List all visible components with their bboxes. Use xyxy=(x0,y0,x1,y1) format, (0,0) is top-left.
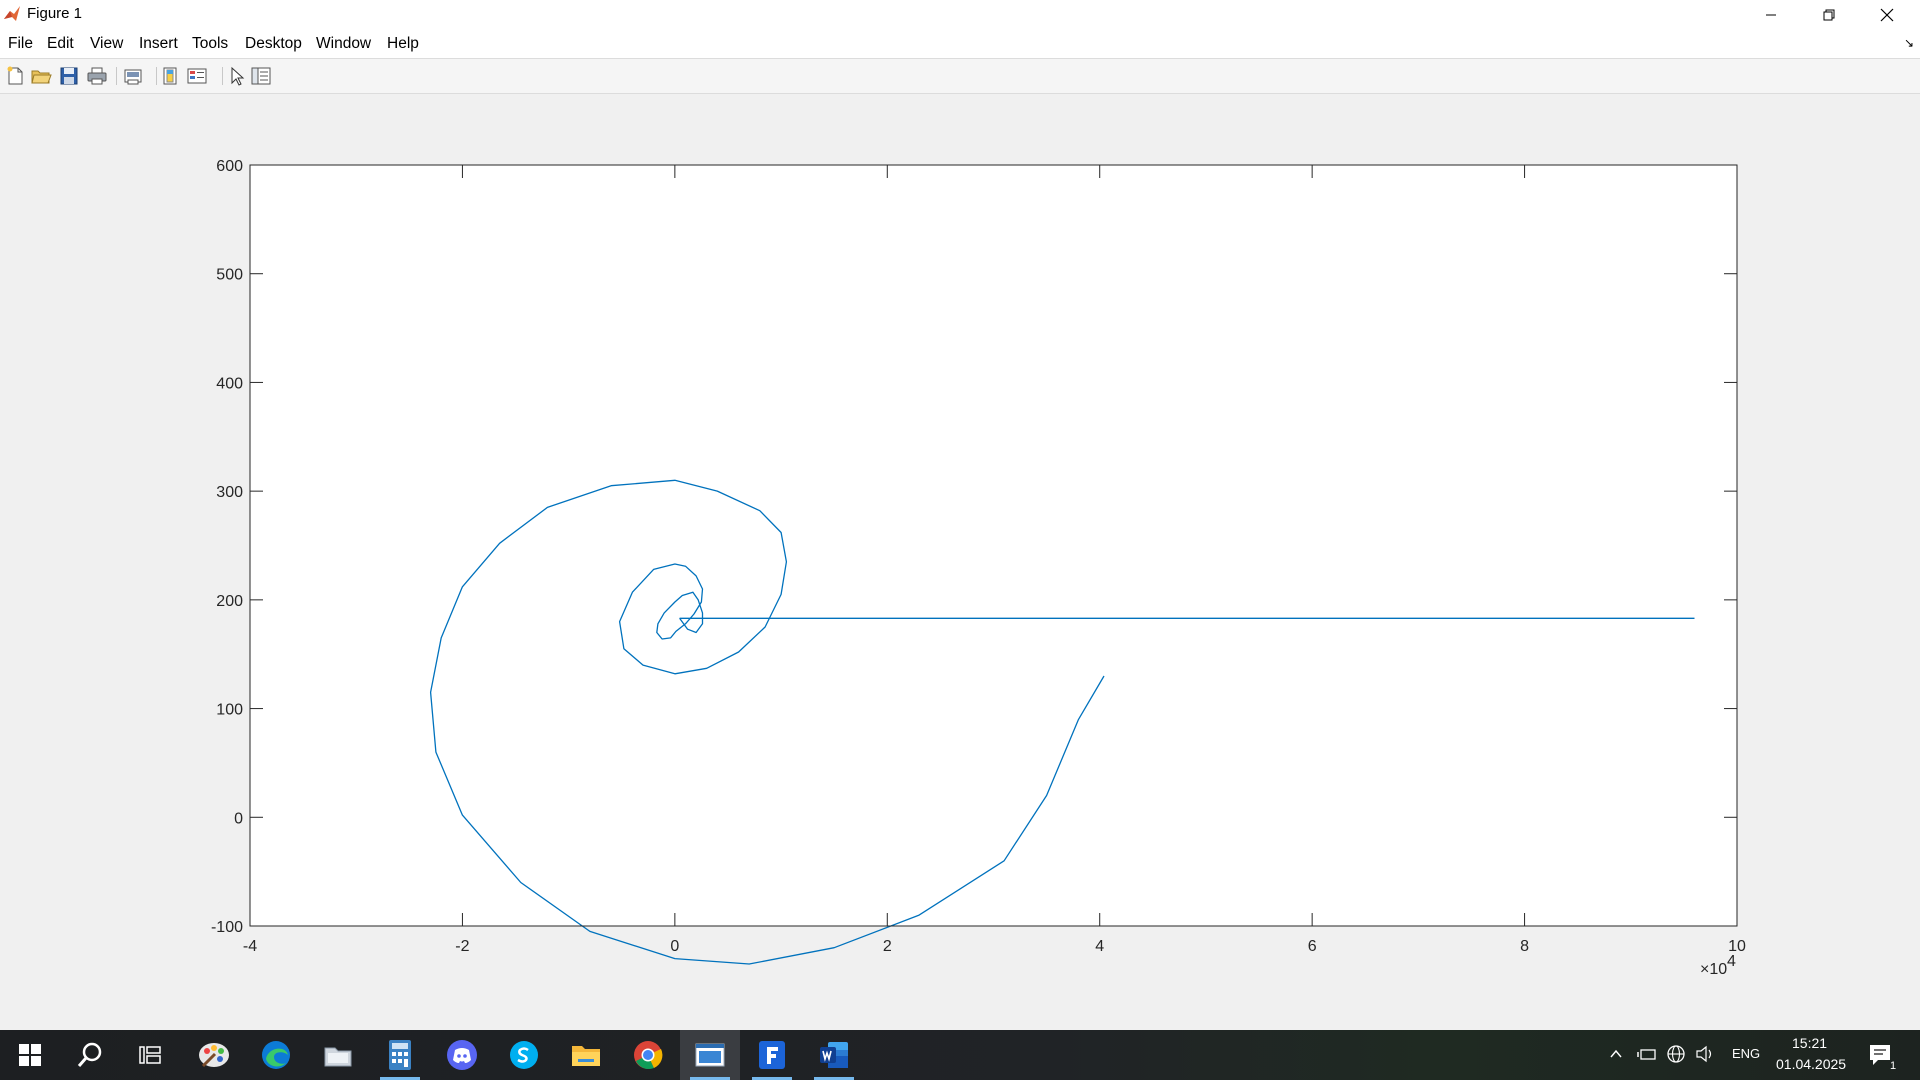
search-icon xyxy=(77,1042,102,1067)
folder-app-icon xyxy=(324,1047,352,1067)
battery-icon[interactable] xyxy=(1637,1046,1657,1062)
word-icon xyxy=(820,1042,848,1068)
y-tick-label: 400 xyxy=(216,375,243,392)
clock-time[interactable]: 15:21 xyxy=(1792,1035,1827,1051)
y-tick-label: -100 xyxy=(211,919,243,936)
taskbar-skype[interactable] xyxy=(494,1030,554,1080)
discord-icon xyxy=(447,1040,477,1070)
taskbar-matlab-figure[interactable] xyxy=(680,1030,740,1080)
forms-icon xyxy=(759,1041,785,1069)
menu-tools[interactable]: Tools xyxy=(192,35,228,53)
file-explorer-icon xyxy=(572,1046,600,1066)
toolbar-separator xyxy=(156,67,157,85)
title-bar[interactable]: Figure 1 xyxy=(0,0,1920,30)
taskbar-word[interactable] xyxy=(804,1030,864,1080)
task-view-icon xyxy=(139,1046,161,1064)
y-tick-label: 600 xyxy=(216,158,243,175)
menu-bar: File Edit View Insert Tools Desktop Wind… xyxy=(0,30,1920,58)
taskbar-folder-app[interactable] xyxy=(308,1030,368,1080)
y-tick-label: 100 xyxy=(216,702,243,719)
menu-insert[interactable]: Insert xyxy=(139,35,178,53)
clock-date[interactable]: 01.04.2025 xyxy=(1776,1056,1846,1072)
taskbar-chrome[interactable] xyxy=(618,1030,678,1080)
restore-button[interactable] xyxy=(1800,0,1858,30)
menu-desktop[interactable]: Desktop xyxy=(245,35,302,53)
taskbar-edge[interactable] xyxy=(246,1030,306,1080)
x-tick-label: -2 xyxy=(455,938,469,955)
y-tick-label: 500 xyxy=(216,267,243,284)
notification-count: 1 xyxy=(1890,1060,1897,1072)
new-figure-icon[interactable] xyxy=(4,65,26,87)
print-icon[interactable] xyxy=(86,65,108,87)
network-globe-icon[interactable] xyxy=(1666,1044,1686,1064)
property-inspector-icon[interactable] xyxy=(250,65,272,87)
paint-icon xyxy=(199,1043,229,1068)
pointer-icon[interactable] xyxy=(226,65,248,87)
colorbar-icon[interactable] xyxy=(160,65,182,87)
calculator-icon xyxy=(389,1040,411,1070)
x-tick-label: 0 xyxy=(670,938,679,955)
toolbar-separator xyxy=(116,67,117,85)
legend-icon[interactable] xyxy=(186,65,208,87)
search-button[interactable] xyxy=(60,1030,120,1080)
close-icon xyxy=(1880,8,1894,22)
y-tick-label: 0 xyxy=(234,810,243,827)
x-exponent-label: ×10 xyxy=(1700,961,1727,978)
link-plot-icon[interactable] xyxy=(122,65,144,87)
taskbar: ENG 15:21 01.04.2025 1 xyxy=(0,1030,1920,1080)
chevron-up-icon[interactable] xyxy=(1609,1047,1623,1061)
taskbar-file-explorer[interactable] xyxy=(556,1030,616,1080)
plot-area xyxy=(250,165,1737,926)
restore-icon xyxy=(1823,9,1835,21)
dock-arrow-icon[interactable]: ↘ xyxy=(1904,36,1914,50)
edge-icon xyxy=(262,1041,290,1069)
start-icon xyxy=(19,1044,41,1066)
x-tick-label: 6 xyxy=(1308,938,1317,955)
x-tick-label: 4 xyxy=(1095,938,1104,955)
skype-icon xyxy=(510,1041,538,1069)
figure-canvas: -4 -2 0 2 4 6 8 10 -100 0 100 200 300 400 500 600 ×10 4 xyxy=(0,93,1920,1030)
chrome-icon xyxy=(634,1041,663,1070)
x-tick-label: -4 xyxy=(243,938,257,955)
x-tick-label: 8 xyxy=(1520,938,1529,955)
minimize-button[interactable] xyxy=(1742,0,1800,30)
figure-toolbar xyxy=(0,58,1920,94)
taskbar-calculator[interactable] xyxy=(370,1030,430,1080)
taskbar-forms[interactable] xyxy=(742,1030,802,1080)
taskbar-discord[interactable] xyxy=(432,1030,492,1080)
x-tick-label: 2 xyxy=(883,938,892,955)
matlab-icon xyxy=(4,6,20,21)
minimize-icon xyxy=(1766,14,1776,16)
menu-help[interactable]: Help xyxy=(387,35,419,53)
save-icon[interactable] xyxy=(58,65,80,87)
close-button[interactable] xyxy=(1858,0,1916,30)
window-title: Figure 1 xyxy=(27,5,83,22)
y-tick-label: 200 xyxy=(216,593,243,610)
volume-icon[interactable] xyxy=(1695,1045,1715,1063)
toolbar-separator xyxy=(222,67,223,85)
start-button[interactable] xyxy=(0,1030,60,1080)
plot-svg[interactable]: -4 -2 0 2 4 6 8 10-1000100200300400500600×10 4 xyxy=(0,93,1920,1030)
matlab-figure-icon xyxy=(695,1043,725,1067)
menu-window[interactable]: Window xyxy=(316,35,371,53)
y-tick-label: 300 xyxy=(216,484,243,501)
language-indicator[interactable]: ENG xyxy=(1732,1046,1760,1061)
taskbar-paint[interactable] xyxy=(184,1030,244,1080)
menu-edit[interactable]: Edit xyxy=(47,35,74,53)
open-file-icon[interactable] xyxy=(30,65,52,87)
menu-file[interactable]: File xyxy=(8,35,33,53)
menu-view[interactable]: View xyxy=(90,35,123,53)
task-view-button[interactable] xyxy=(120,1030,180,1080)
x-exponent-power: 4 xyxy=(1727,953,1736,970)
